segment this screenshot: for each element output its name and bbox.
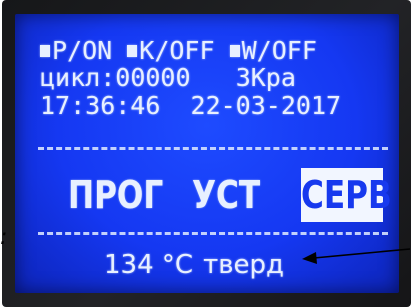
cycle-counter: 00000	[115, 63, 191, 92]
k-mode-status: K/OFF	[139, 36, 215, 65]
clock-time: 17:36:46	[40, 91, 161, 120]
separator-top	[38, 147, 388, 150]
cycle-row: цикл:00000 3Кра	[40, 65, 296, 91]
menu-item-prog[interactable]: ПРОГ	[68, 168, 163, 222]
p-mode-indicator-icon	[40, 45, 50, 57]
clock-date: 22-03-2017	[190, 91, 342, 120]
temperature-row: 134 °С тверд	[104, 251, 284, 279]
material-state: тверд	[203, 250, 285, 280]
pointer-arrow-icon	[302, 248, 411, 264]
k-mode-indicator-icon	[127, 45, 138, 57]
temperature-value: 134	[104, 250, 154, 280]
p-mode-status: P/ON	[52, 36, 113, 65]
menu-item-ust[interactable]: УСТ	[192, 168, 260, 222]
menu-item-serv[interactable]: СЕРВ	[301, 168, 392, 222]
w-mode-status: W/OFF	[241, 36, 317, 65]
temperature-unit: °С	[161, 250, 194, 280]
datetime-row: 17:36:46 22-03-2017	[40, 93, 341, 119]
cycle-label: цикл:	[40, 63, 116, 92]
pressure-value: 3Кра	[235, 63, 296, 92]
status-row: P/ON K/OFF W/OFF	[40, 38, 317, 64]
edge-mark: :	[0, 225, 8, 250]
w-mode-indicator-icon	[229, 45, 240, 57]
separator-bottom	[38, 232, 388, 235]
